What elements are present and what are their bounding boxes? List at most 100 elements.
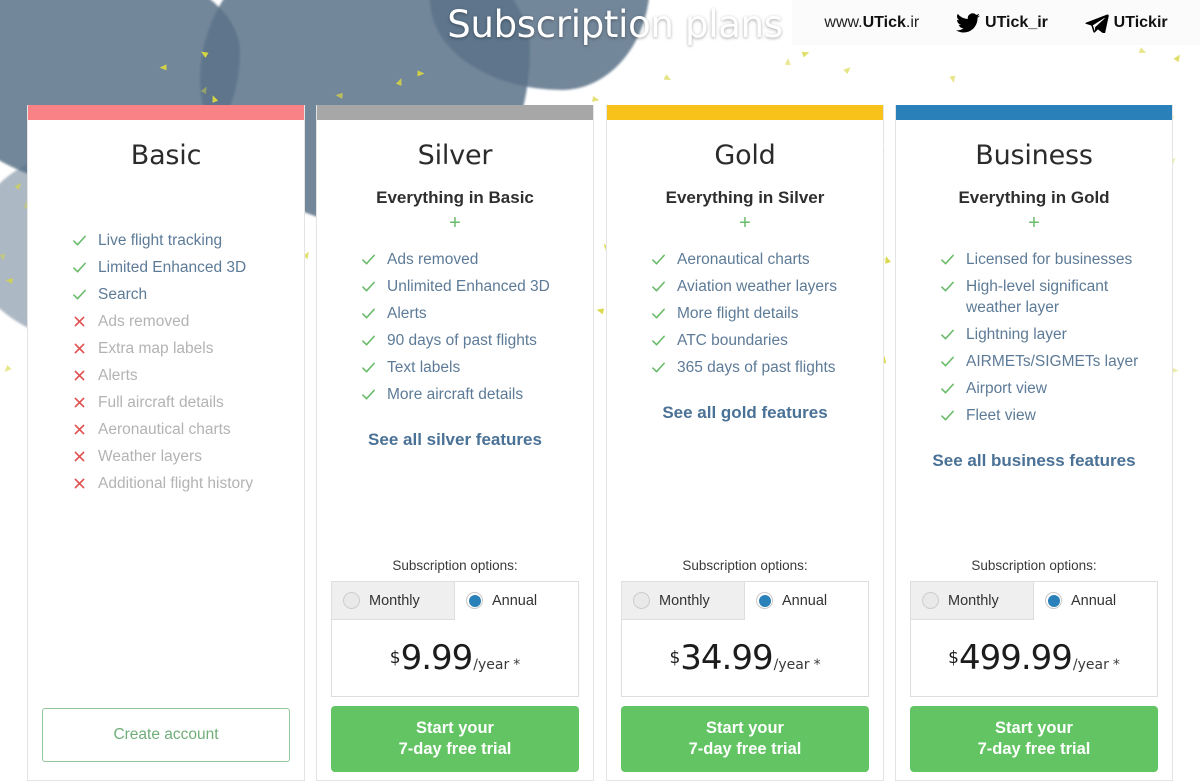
feature-item: Aeronautical charts [621,246,869,273]
feature-item: Aviation weather layers [621,273,869,300]
feature-item: Ads removed [331,246,579,273]
price-period: /year [773,657,810,673]
feature-item: Ads removed [42,308,290,335]
billing-option-label: Annual [1071,592,1117,609]
check-icon [651,330,666,350]
check-icon [940,324,955,344]
billing-option-annual[interactable]: Annual [745,582,868,620]
price-row: $34.99/year * [622,620,868,696]
feature-item: 90 days of past flights [331,327,579,354]
feature-item: Unlimited Enhanced 3D [331,273,579,300]
create-account-button[interactable]: Create account [42,708,290,762]
check-icon [72,284,87,304]
see-all-features-link-gold[interactable]: See all gold features [621,403,869,423]
feature-label: More flight details [677,305,799,322]
feature-label: Fleet view [966,407,1036,424]
cross-icon [72,473,87,493]
cta-line-1: Start your [995,719,1073,737]
feature-item: Limited Enhanced 3D [42,254,290,281]
billing-option-monthly[interactable]: Monthly [911,582,1034,620]
feature-label: Ads removed [98,313,190,330]
plan-body-silver: Silver Everything in Basic + Ads removed Unl… [317,120,593,780]
radio-unchecked-icon[interactable] [633,592,650,609]
radio-unchecked-icon[interactable] [343,592,360,609]
price-amount: 9.99 [400,638,474,678]
feature-item: Extra map labels [42,335,290,362]
telegram-link[interactable]: UTickir [1085,13,1168,33]
feature-item: Weather layers [42,443,290,470]
feature-item: Licensed for businesses [910,246,1158,273]
start-free-trial-button-silver[interactable]: Start your 7-day free trial [331,706,579,772]
see-all-features-link-business[interactable]: See all business features [910,451,1158,471]
plan-title-basic: Basic [130,140,202,171]
feature-item: Fleet view [910,402,1158,429]
pricing-cards: Basic Live flight tracking Limited Enhance… [0,105,1200,781]
subscription-options-label: Subscription options: [971,558,1097,573]
website-prefix: www. [824,13,863,31]
cross-icon [72,311,87,331]
plan-accent-bar-basic [28,105,304,120]
billing-option-annual[interactable]: Annual [455,582,578,620]
cross-icon [72,338,87,358]
feature-item: Aeronautical charts [42,416,290,443]
billing-option-annual[interactable]: Annual [1034,582,1157,620]
feature-item: Alerts [42,362,290,389]
plan-title-business: Business [975,140,1093,171]
feature-label: Aeronautical charts [677,251,810,268]
cta-line-2: 7-day free trial [688,740,802,758]
plan-accent-bar-gold [607,105,883,120]
price: $499.99/year * [948,638,1120,678]
twitter-link[interactable]: UTick_ir [956,12,1048,33]
subscription-options-silver: Subscription options: Monthly Annual $9.99/… [331,558,579,780]
feature-item: 365 days of past flights [621,354,869,381]
feature-item: Text labels [331,354,579,381]
price-currency: $ [948,648,959,668]
feature-label: Ads removed [387,251,479,268]
feature-label: Weather layers [98,448,202,465]
price-amount: 499.99 [958,638,1073,678]
billing-option-monthly[interactable]: Monthly [622,582,745,620]
cross-icon [72,365,87,385]
subscription-options-label: Subscription options: [392,558,518,573]
cta-line-2: 7-day free trial [977,740,1091,758]
radio-checked-icon[interactable] [1045,592,1062,609]
plan-card-basic: Basic Live flight tracking Limited Enhance… [27,105,305,781]
check-icon [651,357,666,377]
website-tld: .ir [905,13,920,31]
billing-option-label: Monthly [369,592,420,609]
plan-card-gold: Gold Everything in Silver + Aeronautical ch… [606,105,884,781]
feature-label: Extra map labels [98,340,214,357]
price: $9.99/year * [390,638,520,678]
feature-label: Licensed for businesses [966,251,1133,268]
billing-option-label: Annual [492,592,538,609]
see-all-features-link-silver[interactable]: See all silver features [331,430,579,450]
plan-card-business: Business Everything in Gold + Licensed for … [895,105,1173,781]
radio-checked-icon[interactable] [756,592,773,609]
plus-icon: + [1028,212,1040,234]
billing-option-monthly[interactable]: Monthly [332,582,455,620]
website-link[interactable]: www.UTick.ir [824,14,919,32]
start-free-trial-button-business[interactable]: Start your 7-day free trial [910,706,1158,772]
check-icon [651,249,666,269]
telegram-icon [1085,13,1109,33]
radio-unchecked-icon[interactable] [922,592,939,609]
start-free-trial-button-gold[interactable]: Start your 7-day free trial [621,706,869,772]
price-currency: $ [669,648,681,668]
cross-icon [72,392,87,412]
feature-label: Lightning layer [966,326,1067,343]
billing-period-tabs: Monthly Annual [911,582,1157,620]
feature-item: Search [42,281,290,308]
check-icon [361,384,376,404]
feature-item: AIRMETs/SIGMETs layer [910,348,1158,375]
check-icon [361,276,376,296]
radio-checked-icon[interactable] [466,592,483,609]
price-row: $499.99/year * [911,620,1157,696]
twitter-handle: UTick_ir [985,13,1048,31]
plan-body-basic: Basic Live flight tracking Limited Enhance… [28,120,304,780]
subscription-options-business: Subscription options: Monthly Annual $499.9… [910,558,1158,780]
feature-label: Aviation weather layers [677,278,837,295]
feature-label: Airport view [966,380,1047,397]
subscription-box: Monthly Annual $499.99/year * [910,581,1158,697]
social-bar: www.UTick.ir UTick_ir UTickir [792,0,1200,45]
subscription-box: Monthly Annual $9.99/year * [331,581,579,697]
